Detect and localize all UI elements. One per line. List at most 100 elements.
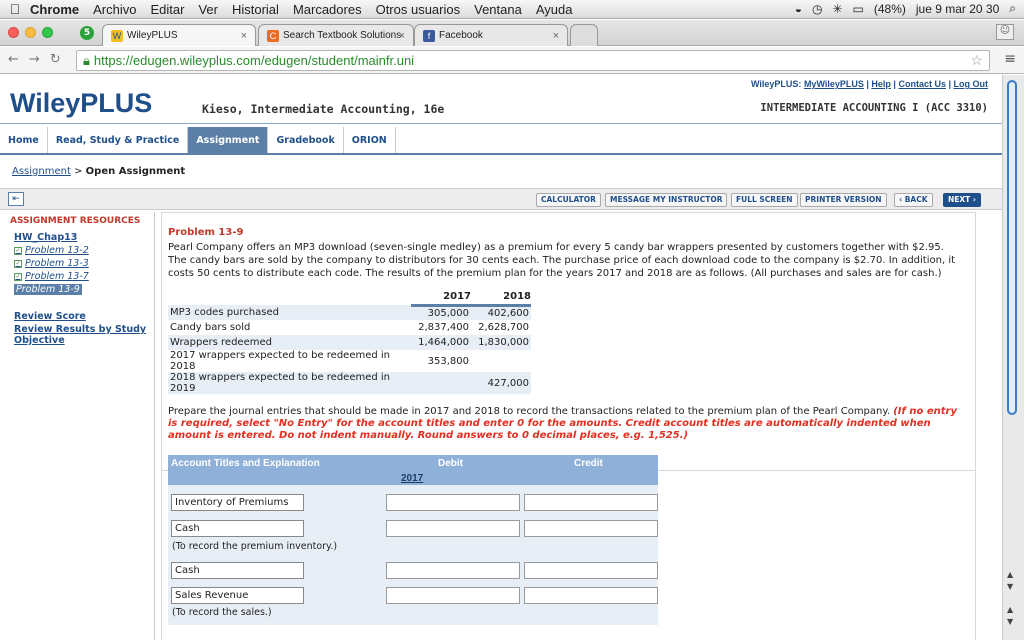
tab-close-icon[interactable]: × [241, 30, 247, 42]
entry-memo: (To record the sales.) [172, 607, 272, 618]
debit-input[interactable] [386, 562, 520, 579]
bluetooth-icon[interactable]: ✳ [832, 2, 842, 16]
wileyplus-logo[interactable]: WileyPLUS [10, 88, 152, 119]
sidebar-item-problem-13-7[interactable]: ✓ Problem 13-7 [14, 271, 89, 282]
mac-menubar:  Chrome Archivo Editar Ver Historial Ma… [0, 0, 1024, 19]
cell-2017: 1,464,000 [411, 335, 471, 350]
scroll-down-icon[interactable]: ▼ [1007, 582, 1013, 591]
tab-facebook[interactable]: f Facebook × [414, 24, 568, 46]
message-instructor-button[interactable]: MESSAGE MY INSTRUCTOR [605, 193, 728, 207]
debit-input[interactable] [386, 520, 520, 537]
credit-input[interactable] [524, 494, 658, 511]
bookmark-star-icon[interactable]: ☆ [970, 52, 983, 69]
breadcrumb-assignment-link[interactable]: Assignment [12, 166, 71, 177]
printer-version-button[interactable]: PRINTER VERSION [800, 193, 887, 207]
close-window-icon[interactable] [8, 27, 19, 38]
hw-chap13-link[interactable]: HW_Chap13 [14, 232, 77, 243]
apple-icon[interactable]:  [0, 1, 30, 17]
tab-search-textbook[interactable]: C Search Textbook Solutions × [258, 24, 414, 46]
menu-ver[interactable]: Ver [198, 2, 218, 17]
menu-ayuda[interactable]: Ayuda [536, 2, 573, 17]
problem-description: Pearl Company offers an MP3 download (se… [168, 242, 956, 279]
account-input[interactable]: Cash [171, 520, 304, 537]
check-icon: ✓ [14, 272, 22, 281]
browser-tabbar: 5 W WileyPLUS × C Search Textbook Soluti… [0, 20, 1024, 46]
breadcrumb-current: Open Assignment [85, 166, 186, 177]
new-tab-button[interactable] [570, 24, 598, 46]
assignment-sidebar: ASSIGNMENT RESOURCES HW_Chap13 ✓ Problem … [0, 212, 155, 640]
contact-us-link[interactable]: Contact Us [898, 79, 946, 89]
battery-icon[interactable]: ▭ [853, 2, 864, 16]
tab-wileyplus[interactable]: W WileyPLUS × [102, 24, 256, 46]
tab-close-icon[interactable]: × [399, 30, 405, 42]
table-header-blank [168, 290, 411, 305]
time-machine-icon[interactable]: ◷ [812, 2, 822, 16]
scroll-up-icon[interactable]: ▲ [1007, 605, 1013, 614]
account-input[interactable]: Sales Revenue [171, 587, 304, 604]
menu-marcadores[interactable]: Marcadores [293, 2, 362, 17]
scroll-up-icon[interactable]: ▲ [1007, 570, 1013, 579]
nav-assignment[interactable]: Assignment [188, 127, 269, 153]
profile-icon[interactable]: ☺ [996, 24, 1014, 40]
review-score-link[interactable]: Review Score [14, 311, 86, 322]
nav-orion[interactable]: ORION [344, 127, 396, 153]
sidebar-item-problem-13-2[interactable]: ✓ Problem 13-2 [14, 245, 89, 256]
course-title: INTERMEDIATE ACCOUNTING I (ACC 3310) [760, 102, 988, 114]
menu-ventana[interactable]: Ventana [474, 2, 522, 17]
scrollbar-thumb[interactable] [1007, 80, 1017, 415]
reload-icon[interactable]: ↻ [50, 52, 61, 67]
tab-label: Facebook [439, 30, 483, 41]
next-button[interactable]: NEXT › [943, 193, 982, 207]
credit-input[interactable] [524, 520, 658, 537]
problem-label: Problem 13-9 [16, 284, 80, 295]
menu-archivo[interactable]: Archivo [93, 2, 136, 17]
sidebar-item-problem-13-3[interactable]: ✓ Problem 13-3 [14, 258, 89, 269]
minimize-window-icon[interactable] [25, 27, 36, 38]
table-row: Wrappers redeemed 1,464,000 1,830,000 [168, 335, 531, 350]
full-screen-button[interactable]: FULL SCREEN [731, 193, 798, 207]
cell-2018: 1,830,000 [471, 335, 531, 350]
chrome-menu-icon[interactable]: ≡ [1004, 51, 1016, 67]
review-results-link[interactable]: Review Results by Study Objective [14, 324, 149, 346]
row-label: MP3 codes purchased [168, 305, 411, 320]
clock[interactable]: jue 9 mar 20 30 [916, 2, 999, 16]
credit-input[interactable] [524, 587, 658, 604]
row-label: Wrappers redeemed [168, 335, 411, 350]
url-bar[interactable]: 🔒︎ https://edugen.wileyplus.com/edugen/st… [76, 50, 990, 71]
back-arrow-icon[interactable]: ← [8, 52, 19, 67]
nav-home[interactable]: Home [0, 127, 48, 153]
data-table: 2017 2018 MP3 codes purchased 305,000 40… [168, 290, 531, 394]
spotlight-icon[interactable]: ⌕ [1009, 1, 1016, 16]
sidebar-item-problem-13-9[interactable]: Problem 13-9 [14, 284, 82, 295]
breadcrumb: Assignment > Open Assignment [12, 166, 185, 177]
menu-chrome[interactable]: Chrome [30, 2, 79, 17]
zoom-window-icon[interactable] [42, 27, 53, 38]
menu-editar[interactable]: Editar [150, 2, 184, 17]
help-link[interactable]: Help [871, 79, 891, 89]
calculator-button[interactable]: CALCULATOR [536, 193, 601, 207]
my-wileyplus-link[interactable]: MyWileyPLUS [804, 79, 864, 89]
menu-otros-usuarios[interactable]: Otros usuarios [376, 2, 461, 17]
row-label: 2018 wrappers expected to be redeemed in… [168, 372, 411, 394]
menu-historial[interactable]: Historial [232, 2, 279, 17]
forward-arrow-icon[interactable]: → [29, 52, 40, 67]
table-row: 2018 wrappers expected to be redeemed in… [168, 372, 531, 394]
header-divider [0, 123, 1002, 124]
account-input[interactable]: Inventory of Premiums [171, 494, 304, 511]
expand-sidebar-icon[interactable]: ⇤ [8, 192, 24, 206]
extension-icon[interactable]: 5 [80, 26, 94, 40]
log-out-link[interactable]: Log Out [954, 79, 989, 89]
facebook-favicon-icon: f [423, 29, 435, 42]
back-button[interactable]: ‹ BACK [894, 193, 933, 207]
account-input[interactable]: Cash [171, 562, 304, 579]
nav-gradebook[interactable]: Gradebook [268, 127, 344, 153]
debit-input[interactable] [386, 587, 520, 604]
nav-read-study-practice[interactable]: Read, Study & Practice [48, 127, 189, 153]
wifi-icon[interactable]: ◒ [795, 2, 802, 16]
credit-input[interactable] [524, 562, 658, 579]
scroll-down-icon[interactable]: ▼ [1007, 617, 1013, 626]
browser-toolbar: ← → ↻ 🔒︎ https://edugen.wileyplus.com/edu… [0, 47, 1024, 74]
page-scrollbar[interactable]: ▲ ▼ ▲ ▼ [1002, 75, 1024, 640]
tab-close-icon[interactable]: × [553, 30, 559, 42]
debit-input[interactable] [386, 494, 520, 511]
